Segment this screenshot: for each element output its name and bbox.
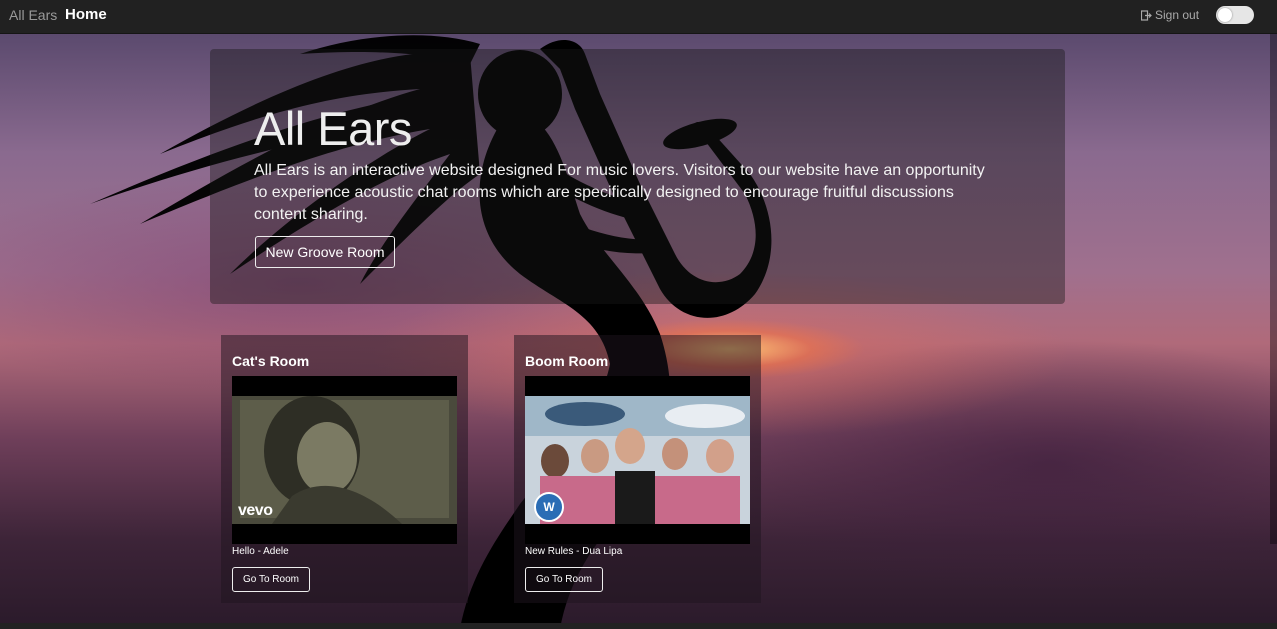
room-video-overlay: vevo [238,502,273,519]
room-video-overlay: W [534,492,564,522]
sign-out-icon [1141,9,1152,21]
toggle-knob [1218,8,1232,22]
song-title: New Rules - Dua Lipa [525,546,623,557]
hero-title: All Ears [254,102,412,155]
sign-out-label: Sign out [1155,8,1200,22]
nav-home-link[interactable]: Home [65,6,107,23]
video-frame-image [525,396,750,524]
go-to-room-button[interactable]: Go To Room [232,567,310,592]
bottom-bar [0,623,1277,629]
new-groove-room-button[interactable]: New Groove Room [255,236,395,268]
scrollbar[interactable] [1270,34,1277,544]
sign-out-link[interactable]: Sign out [1141,8,1199,22]
hero-description: All Ears is an interactive website desig… [254,162,985,223]
room-title: Boom Room [525,353,609,369]
top-navbar: All Ears Home Sign out [0,0,1277,34]
hero-panel: All Ears All Ears is an interactive webs… [210,49,1065,304]
room-card-cats-room: Cat's Room vevo Hello - Adele Go To Room [221,335,468,603]
brand-link[interactable]: All Ears [9,7,57,23]
song-title: Hello - Adele [232,546,289,557]
video-thumbnail[interactable]: vevo [232,376,457,544]
room-card-boom-room: Boom Room W New Rules - Dua Lipa Go To R… [514,335,761,603]
theme-toggle[interactable] [1216,6,1254,24]
go-to-room-button[interactable]: Go To Room [525,567,603,592]
room-title: Cat's Room [232,353,310,369]
video-thumbnail[interactable]: W [525,376,750,544]
